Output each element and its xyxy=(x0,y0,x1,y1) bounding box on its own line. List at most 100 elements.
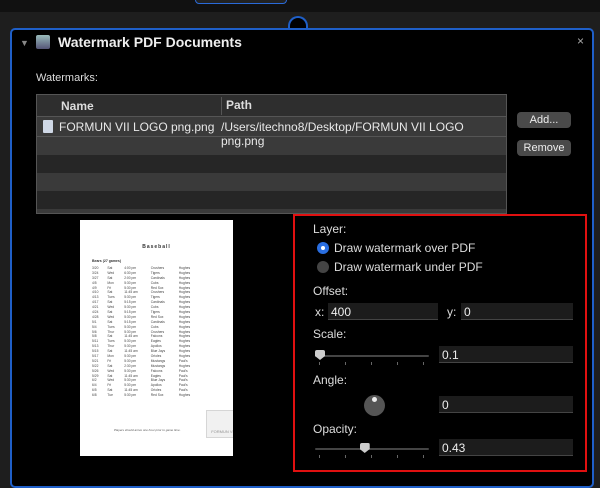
schedule-cell: 5:30 pm xyxy=(124,344,137,349)
angle-input[interactable]: 0 xyxy=(439,396,573,413)
opacity-label: Opacity: xyxy=(313,422,358,436)
schedule-cell: Sat xyxy=(107,349,113,354)
scale-label: Scale: xyxy=(313,327,347,341)
scale-slider[interactable] xyxy=(315,355,429,357)
schedule-cell: Hughes xyxy=(178,344,191,349)
schedule-cell: Hughes xyxy=(178,300,191,305)
schedule-cell: 11:45 am xyxy=(124,349,138,354)
schedule-cell: 5:15 pm xyxy=(124,319,137,324)
schedule-cell: 5:30 pm xyxy=(124,378,137,383)
schedule-cell: Hughes xyxy=(178,393,191,398)
close-icon[interactable]: × xyxy=(577,34,584,48)
schedule-cell: Hughes xyxy=(178,295,191,300)
schedule-cell: Red Sox xyxy=(150,314,164,319)
schedule-cell: Paul's xyxy=(178,373,188,378)
schedule-cell: 11:45 am xyxy=(124,373,138,378)
schedule-cell: 5:30 pm xyxy=(124,314,137,319)
schedule-cell: Sat xyxy=(107,319,113,324)
opacity-slider-knob[interactable] xyxy=(359,443,370,453)
scale-slider-knob[interactable] xyxy=(315,350,325,360)
schedule-cell: Wed xyxy=(107,270,115,275)
schedule-cell: Wed xyxy=(107,314,115,319)
schedule-cell: Hughes xyxy=(178,324,191,329)
radio-over[interactable] xyxy=(317,242,329,254)
schedule-cell: Tues xyxy=(107,295,115,300)
schedule-cell: Falcons xyxy=(150,334,163,339)
schedule-cell: Tue xyxy=(107,393,113,398)
watermark-logo: FORMUN VII xyxy=(206,410,233,438)
schedule-cell: Mustangs xyxy=(150,363,166,368)
schedule-cell: 5/4 xyxy=(92,324,97,329)
schedule-cell: Cardinals xyxy=(150,275,165,280)
slider-tick xyxy=(423,455,424,458)
column-name[interactable]: Name xyxy=(61,99,94,113)
schedule-cell: Hughes xyxy=(178,314,191,319)
offset-y-input[interactable]: 0 xyxy=(461,303,573,320)
schedule-cell: 6/2 xyxy=(92,378,97,383)
schedule-cell: Paul's xyxy=(178,368,188,373)
schedule-cell: Sat xyxy=(107,300,113,305)
top-button[interactable] xyxy=(195,0,287,4)
schedule-cell: Sat xyxy=(107,373,113,378)
schedule-cell: Thur xyxy=(107,344,115,349)
schedule-cell: 4/13 xyxy=(92,295,99,300)
schedule-cell: Paul's xyxy=(178,378,188,383)
schedule-cell: Crushers xyxy=(150,266,165,270)
schedule-cell: Red Sox xyxy=(150,285,164,290)
schedule-cell: Sat xyxy=(107,275,113,280)
add-button[interactable]: Add... xyxy=(517,112,571,128)
schedule-cell: Eagles xyxy=(150,373,161,378)
schedule-cell: Hughes xyxy=(178,329,191,334)
schedule-cell: 4/24 xyxy=(92,310,99,315)
opacity-slider[interactable] xyxy=(315,448,429,450)
schedule-cell: 3/24 xyxy=(92,270,99,275)
schedule-cell: Blue Jays xyxy=(150,378,166,383)
schedule-cell: 6/8 xyxy=(92,393,97,398)
slider-tick xyxy=(423,362,424,365)
pdf-preview: Baseball Bears (27 games) 3/20 Sat 4:00 pm… xyxy=(80,220,233,456)
radio-under-label[interactable]: Draw watermark under PDF xyxy=(334,260,483,274)
top-bar xyxy=(0,0,600,12)
schedule-cell: Thur xyxy=(107,329,115,334)
schedule-cell: Sat xyxy=(107,388,113,393)
column-path[interactable]: Path xyxy=(221,97,252,115)
schedule-cell: Hughes xyxy=(178,290,191,295)
schedule-cell: Wed xyxy=(107,368,115,373)
radio-over-label[interactable]: Draw watermark over PDF xyxy=(334,241,475,255)
radio-under[interactable] xyxy=(317,261,329,273)
schedule-cell: Crushers xyxy=(150,329,165,334)
schedule-cell: 5:30 pm xyxy=(124,383,137,388)
preview-footer: Players should arrive one hour prior to … xyxy=(114,428,181,432)
schedule-cell: Sat xyxy=(107,310,113,315)
empty-row xyxy=(37,155,506,173)
schedule-cell: Hughes xyxy=(178,270,191,275)
slider-tick xyxy=(397,362,398,365)
schedule-cell: Paul's xyxy=(178,388,188,393)
watermarks-label: Watermarks: xyxy=(36,72,98,84)
preview-title: Baseball xyxy=(142,244,171,250)
schedule-cell: Orioles xyxy=(150,354,162,359)
remove-button[interactable]: Remove xyxy=(517,140,571,156)
opacity-input[interactable]: 0.43 xyxy=(439,439,573,456)
schedule-cell: Mon xyxy=(107,354,114,359)
schedule-cell: Fri xyxy=(107,285,112,290)
schedule-cell: Fri xyxy=(107,358,112,363)
schedule-cell: Tues xyxy=(107,339,115,344)
action-panel: ▼ Watermark PDF Documents × Watermarks: … xyxy=(10,28,594,488)
table-row[interactable]: FORMUN VII LOGO png.png /Users/itechno8/… xyxy=(37,117,506,148)
schedule-cell: Paul's xyxy=(178,383,188,388)
watermarks-table[interactable]: Name Path FORMUN VII LOGO png.png /Users… xyxy=(36,94,507,214)
schedule-cell: 4/28 xyxy=(92,314,99,319)
schedule-cell: Cardinals xyxy=(150,300,165,305)
slider-tick xyxy=(319,362,320,365)
layer-label: Layer: xyxy=(313,222,347,236)
disclosure-triangle-icon[interactable]: ▼ xyxy=(20,38,29,48)
angle-dial[interactable] xyxy=(364,395,385,416)
empty-row xyxy=(37,137,506,155)
schedule-cell: Wed xyxy=(107,378,115,383)
schedule-cell: 5/1 xyxy=(92,319,97,324)
scale-input[interactable]: 0.1 xyxy=(439,346,573,363)
offset-x-input[interactable]: 400 xyxy=(328,303,438,320)
schedule-cell: 5:30 pm xyxy=(124,339,137,344)
schedule-cell: Hughes xyxy=(178,305,191,310)
